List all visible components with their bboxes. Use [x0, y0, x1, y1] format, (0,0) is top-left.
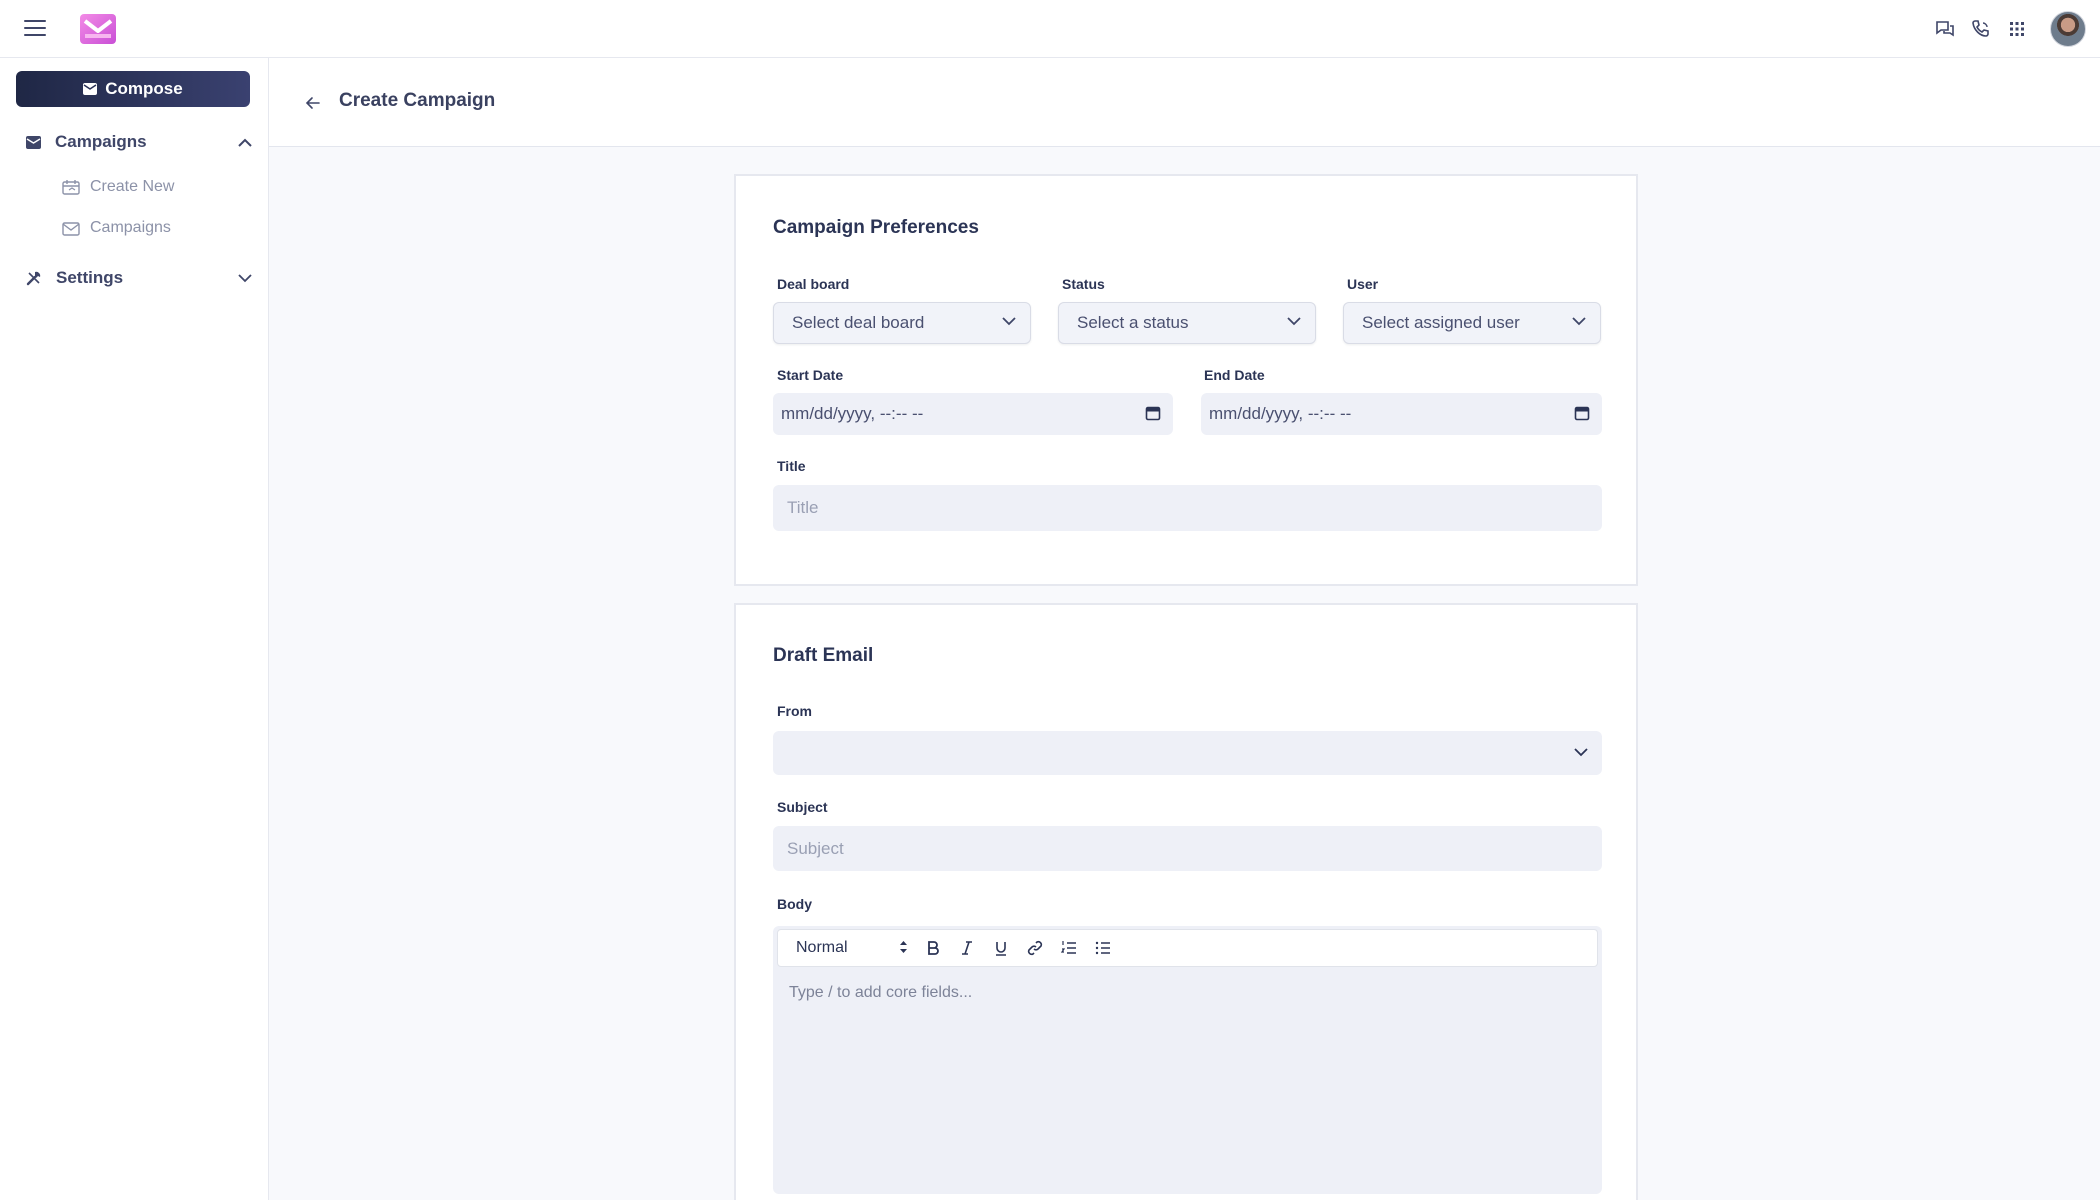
compose-button[interactable]: Compose [16, 71, 250, 107]
deal-board-label: Deal board [777, 276, 850, 292]
end-date-input[interactable]: mm/dd/yyyy, --:-- -- [1201, 393, 1602, 435]
sidebar-item-campaigns-list[interactable]: Campaigns [62, 215, 171, 241]
end-date-value: mm/dd/yyyy, --:-- -- [1209, 404, 1352, 423]
calendar-icon[interactable] [1145, 405, 1161, 421]
editor-placeholder: Type / to add core fields... [789, 984, 973, 1001]
chat-icon[interactable] [1934, 18, 1956, 40]
sidebar-item-label: Create New [90, 178, 175, 195]
format-value: Normal [796, 939, 848, 956]
calendar-mail-icon [62, 180, 80, 195]
subject-label: Subject [777, 799, 828, 815]
bold-icon [928, 941, 939, 955]
from-label: From [777, 703, 812, 719]
subject-placeholder: Subject [787, 838, 844, 858]
back-arrow-icon[interactable] [304, 94, 322, 112]
chevron-up-icon [238, 138, 252, 147]
status-value: Select a status [1077, 313, 1189, 332]
card-title: Draft Email [773, 645, 874, 666]
sidebar-item-label: Campaigns [90, 219, 171, 236]
envelope-icon [26, 135, 41, 149]
sidebar-item-label: Campaigns [55, 132, 147, 151]
italic-icon [962, 941, 972, 955]
sidebar-item-label: Settings [56, 268, 124, 287]
italic-button[interactable] [950, 933, 984, 963]
status-select[interactable]: Select a status [1058, 302, 1316, 344]
draft-email-card: Draft Email From Subject Subject Body No… [734, 603, 1638, 1200]
editor-toolbar: Normal [777, 929, 1598, 967]
page-header: Create Campaign [269, 58, 2100, 147]
sidebar-item-create-new[interactable]: Create New [62, 174, 174, 200]
tools-icon [26, 271, 41, 286]
user-label: User [1347, 276, 1379, 292]
chevron-down-icon [1287, 317, 1301, 326]
bullet-list-button[interactable] [1086, 933, 1120, 963]
deal-board-select[interactable]: Select deal board [773, 302, 1031, 344]
body-editor[interactable]: Normal Type / to add core fields... [773, 926, 1602, 1194]
user-value: Select assigned user [1362, 313, 1520, 332]
calendar-icon[interactable] [1574, 405, 1590, 421]
start-date-label: Start Date [777, 367, 844, 383]
title-input[interactable]: Title [773, 485, 1602, 531]
underline-icon [996, 942, 1006, 956]
bold-button[interactable] [916, 933, 950, 963]
start-date-value: mm/dd/yyyy, --:-- -- [781, 404, 924, 423]
deal-board-value: Select deal board [792, 313, 925, 332]
envelope-icon [83, 83, 98, 95]
compose-label: Compose [105, 79, 183, 98]
sidebar-item-settings[interactable]: Settings [26, 264, 252, 292]
chevron-down-icon [238, 273, 252, 282]
mail-logo-icon[interactable] [80, 14, 116, 44]
subject-input[interactable]: Subject [773, 826, 1602, 871]
ordered-list-icon [1061, 941, 1076, 954]
hamburger-icon[interactable] [24, 20, 46, 38]
user-avatar[interactable] [2050, 11, 2086, 47]
up-down-icon [900, 941, 907, 953]
chevron-down-icon [1002, 317, 1016, 326]
ordered-list-button[interactable] [1052, 933, 1086, 963]
underline-button[interactable] [984, 933, 1018, 963]
campaign-preferences-card: Campaign Preferences Deal board Select d… [734, 174, 1638, 586]
body-label: Body [777, 896, 812, 912]
sidebar-item-campaigns[interactable]: Campaigns [26, 128, 252, 156]
title-label: Title [777, 458, 806, 474]
sidebar: Compose Campaigns Create New Campaigns S… [0, 58, 269, 1200]
bullet-list-icon [1095, 941, 1110, 955]
mail-list-icon [62, 221, 80, 236]
end-date-label: End Date [1204, 367, 1265, 383]
link-icon [1027, 940, 1043, 956]
user-select[interactable]: Select assigned user [1343, 302, 1601, 344]
link-button[interactable] [1018, 933, 1052, 963]
status-label: Status [1062, 276, 1105, 292]
start-date-input[interactable]: mm/dd/yyyy, --:-- -- [773, 393, 1173, 435]
chevron-down-icon [1572, 317, 1586, 326]
page-title: Create Campaign [339, 90, 496, 111]
card-title: Campaign Preferences [773, 217, 979, 238]
top-bar [0, 0, 2100, 58]
chevron-down-icon [1574, 748, 1588, 757]
format-select[interactable]: Normal [796, 935, 916, 961]
title-placeholder: Title [787, 498, 819, 517]
apps-grid-icon[interactable] [2006, 18, 2028, 40]
phone-icon[interactable] [1970, 18, 1992, 40]
from-select[interactable] [773, 731, 1602, 775]
